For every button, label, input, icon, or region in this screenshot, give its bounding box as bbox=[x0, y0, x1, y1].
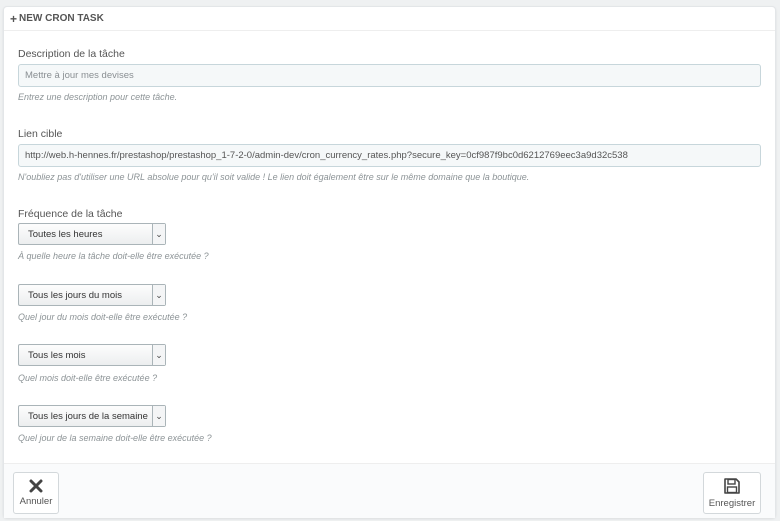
day-help: Quel jour du mois doit-elle être exécuté… bbox=[18, 312, 188, 322]
description-input[interactable]: Mettre à jour mes devises bbox=[18, 64, 761, 87]
target-link-label: Lien cible bbox=[18, 128, 63, 140]
day-select[interactable]: Tous les jours du mois ⌄ bbox=[18, 284, 166, 306]
month-select-value: Tous les mois bbox=[28, 349, 86, 361]
chevron-down-icon[interactable]: ⌄ bbox=[152, 224, 165, 244]
close-icon bbox=[29, 479, 43, 493]
hour-select-value: Toutes les heures bbox=[28, 228, 103, 240]
chevron-down-icon[interactable]: ⌄ bbox=[152, 345, 165, 365]
panel-title: NEW CRON TASK bbox=[19, 13, 104, 24]
month-select[interactable]: Tous les mois ⌄ bbox=[18, 344, 166, 366]
hour-select[interactable]: Toutes les heures ⌄ bbox=[18, 223, 166, 245]
chevron-down-icon[interactable]: ⌄ bbox=[152, 406, 165, 426]
floppy-disk-icon bbox=[724, 478, 740, 494]
chevron-down-icon[interactable]: ⌄ bbox=[152, 285, 165, 305]
month-help: Quel mois doit-elle être exécutée ? bbox=[18, 373, 158, 383]
day-select-value: Tous les jours du mois bbox=[28, 289, 122, 301]
panel-footer: Annuler Enregistrer bbox=[4, 463, 775, 518]
cancel-button-label: Annuler bbox=[19, 496, 53, 507]
plus-icon: + bbox=[10, 11, 18, 26]
cancel-button[interactable]: Annuler bbox=[13, 472, 59, 514]
weekday-select-value: Tous les jours de la semaine bbox=[28, 410, 148, 422]
weekday-help: Quel jour de la semaine doit-elle être e… bbox=[18, 433, 212, 443]
frequency-label: Fréquence de la tâche bbox=[18, 208, 123, 220]
description-help: Entrez une description pour cette tâche. bbox=[18, 92, 178, 102]
panel-heading: + NEW CRON TASK bbox=[4, 7, 775, 31]
weekday-select[interactable]: Tous les jours de la semaine ⌄ bbox=[18, 405, 166, 427]
target-link-input[interactable]: http://web.h-hennes.fr/prestashop/presta… bbox=[18, 144, 761, 167]
save-button-label: Enregistrer bbox=[708, 498, 756, 509]
hour-help: À quelle heure la tâche doit-elle être e… bbox=[18, 251, 209, 261]
cron-task-panel: + NEW CRON TASK Description de la tâche … bbox=[3, 6, 776, 518]
description-label: Description de la tâche bbox=[18, 48, 125, 60]
target-link-help: N'oubliez pas d'utiliser une URL absolue… bbox=[18, 172, 530, 182]
save-button[interactable]: Enregistrer bbox=[703, 472, 761, 514]
